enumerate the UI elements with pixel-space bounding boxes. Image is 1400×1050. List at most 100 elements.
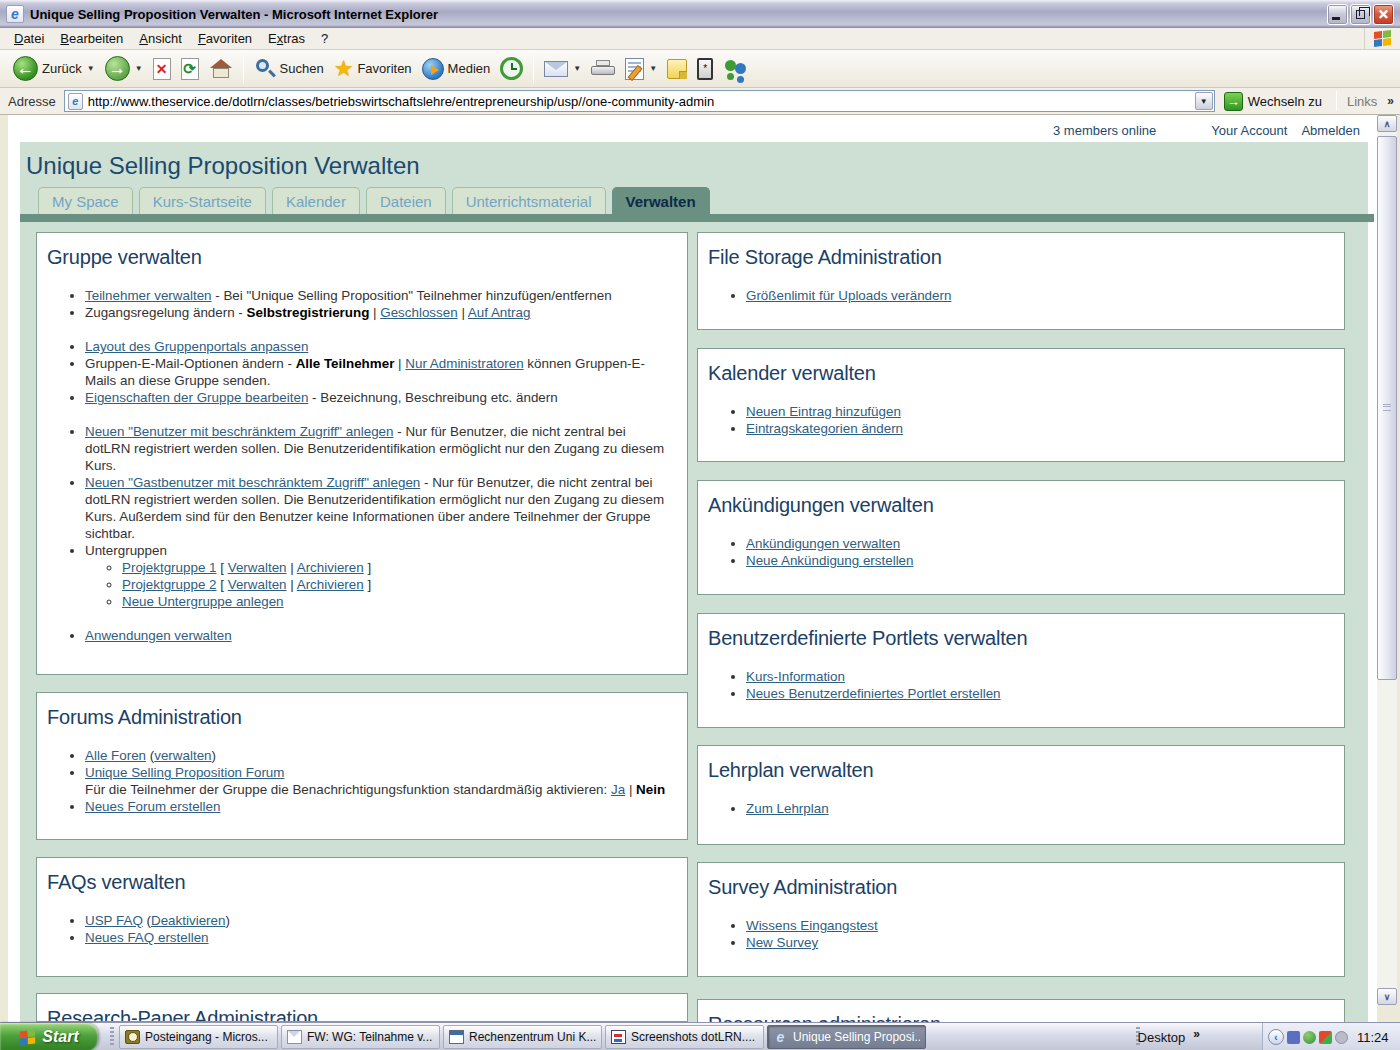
edit-dropdown-icon[interactable]: ▼ <box>649 64 657 73</box>
link[interactable]: Wissens Eingangstest <box>746 918 878 933</box>
history-button[interactable] <box>495 55 528 82</box>
close-button[interactable]: ✕ <box>1373 4 1394 25</box>
link[interactable]: Alle Foren <box>85 748 146 763</box>
link[interactable]: Neue Untergruppe anlegen <box>122 594 284 609</box>
your-account-link[interactable]: Your Account <box>1211 123 1287 138</box>
back-button[interactable]: ← Zurück ▼ <box>8 54 100 83</box>
taskbar-button-label: Rechenzentrum Uni K... <box>469 1030 596 1044</box>
go-button[interactable]: → Wechseln zu <box>1224 92 1322 111</box>
taskbar-button[interactable]: eUnique Selling Proposi... <box>767 1025 926 1049</box>
link[interactable]: Eigenschaften der Gruppe bearbeiten <box>85 390 308 405</box>
link[interactable]: Neues FAQ erstellen <box>85 930 209 945</box>
link[interactable]: Neue Ankündigung erstellen <box>746 553 914 568</box>
quick-launch-grip[interactable] <box>110 1027 114 1047</box>
messenger-button[interactable] <box>718 56 754 82</box>
menu-?[interactable]: ? <box>313 29 336 48</box>
link[interactable]: New Survey <box>746 935 818 950</box>
desktop-chevron-icon[interactable]: » <box>1193 1027 1200 1041</box>
tab-my-space[interactable]: My Space <box>38 187 133 214</box>
link[interactable]: Ankündigungen verwalten <box>746 536 900 551</box>
link[interactable]: Eintragskategorien ändern <box>746 421 903 436</box>
restore-button[interactable] <box>1350 4 1371 25</box>
link[interactable]: Projektgruppe 1 <box>122 560 217 575</box>
tray-icon-3[interactable] <box>1319 1031 1332 1044</box>
links-chevron-icon[interactable]: » <box>1387 94 1394 108</box>
taskbar-button[interactable]: Screenshots dotLRN.... <box>605 1025 764 1049</box>
device-icon: * <box>697 58 713 80</box>
print-icon <box>591 60 615 78</box>
favorites-button[interactable]: ★ Favoriten <box>329 57 417 81</box>
logout-link[interactable]: Abmelden <box>1301 123 1360 138</box>
link[interactable]: verwalten <box>154 748 211 763</box>
portlet-ressourcen-administrieren: Ressourcen administrieren <box>697 999 1345 1022</box>
mail-dropdown-icon[interactable]: ▼ <box>573 64 581 73</box>
address-dropdown-icon[interactable]: ▼ <box>1195 92 1213 110</box>
forward-dropdown-icon[interactable]: ▼ <box>135 64 143 73</box>
link[interactable]: Zum Lehrplan <box>746 801 829 816</box>
list-item: Eigenschaften der Gruppe bearbeiten - Be… <box>85 389 671 406</box>
home-button[interactable] <box>204 57 238 81</box>
link[interactable]: Anwendungen verwalten <box>85 628 232 643</box>
mail-button[interactable]: ▼ <box>539 59 586 79</box>
tray-icon-4[interactable] <box>1335 1031 1348 1044</box>
link[interactable]: Unique Selling Proposition Forum <box>85 765 284 780</box>
menu-bearbeiten[interactable]: Bearbeiten <box>52 29 131 48</box>
link[interactable]: Größenlimit für Uploads verändern <box>746 288 951 303</box>
sidebar-button[interactable]: * <box>692 56 718 82</box>
taskbar-button[interactable]: Posteingang - Micros... <box>119 1025 278 1049</box>
link[interactable]: Neues Benutzerdefiniertes Portlet erstel… <box>746 686 1001 701</box>
print-button[interactable] <box>586 58 620 80</box>
link[interactable]: Layout des Gruppenportals anpassen <box>85 339 308 354</box>
tab-verwalten[interactable]: Verwalten <box>612 187 710 214</box>
address-input[interactable]: e http://www.theservice.de/dotlrn/classe… <box>64 90 1215 112</box>
link[interactable]: Kurs-Information <box>746 669 845 684</box>
link[interactable]: Deaktivieren <box>151 913 225 928</box>
tab-kalender[interactable]: Kalender <box>272 187 360 214</box>
back-dropdown-icon[interactable]: ▼ <box>87 64 95 73</box>
link[interactable]: Auf Antrag <box>468 305 531 320</box>
link[interactable]: USP FAQ <box>85 913 143 928</box>
window-title: Unique Selling Proposition Verwalten - M… <box>30 7 438 22</box>
link[interactable]: Neuen Eintrag hinzufügen <box>746 404 901 419</box>
link[interactable]: Projektgruppe 2 <box>122 577 217 592</box>
link[interactable]: Teilnehmer verwalten <box>85 288 212 303</box>
tab-strip-underline <box>20 214 1374 222</box>
search-button[interactable]: Suchen <box>249 56 329 82</box>
tab-dateien[interactable]: Dateien <box>366 187 446 214</box>
menu-extras[interactable]: Extras <box>260 29 313 48</box>
scroll-down-icon[interactable]: ∨ <box>1377 988 1397 1005</box>
menu-datei[interactable]: Datei <box>6 29 52 48</box>
tab-kurs-startseite[interactable]: Kurs-Startseite <box>139 187 266 214</box>
link[interactable]: Neuen "Gastbenutzer mit beschränktem Zug… <box>85 475 420 490</box>
link[interactable]: Ja <box>611 782 625 797</box>
link[interactable]: Geschlossen <box>380 305 457 320</box>
desktop-toolbar[interactable]: Desktop » <box>1138 1023 1200 1050</box>
link[interactable]: Verwalten <box>228 560 287 575</box>
refresh-button[interactable]: ⟳ <box>176 56 204 82</box>
vertical-scrollbar[interactable]: ∧ ∨ <box>1377 115 1397 1005</box>
tray-icon-2[interactable] <box>1303 1031 1316 1044</box>
link[interactable]: Archivieren <box>297 560 364 575</box>
stop-button[interactable]: ✕ <box>148 56 176 82</box>
taskbar-button[interactable]: Rechenzentrum Uni K... <box>443 1025 602 1049</box>
link[interactable]: Nur Administratoren <box>405 356 523 371</box>
start-button[interactable]: Start <box>0 1023 98 1050</box>
edit-button[interactable]: ▼ <box>620 56 662 82</box>
link[interactable]: Archivieren <box>297 577 364 592</box>
menu-ansicht[interactable]: Ansicht <box>131 29 190 48</box>
tab-unterrichtsmaterial[interactable]: Unterrichtsmaterial <box>452 187 606 214</box>
link[interactable]: Verwalten <box>228 577 287 592</box>
discuss-button[interactable] <box>662 57 692 81</box>
scrollbar-thumb[interactable] <box>1377 136 1397 680</box>
hide-icons-button[interactable]: ‹ <box>1268 1029 1284 1045</box>
menu-favoriten[interactable]: Favoriten <box>190 29 260 48</box>
minimize-button[interactable] <box>1327 4 1348 25</box>
link[interactable]: Neuen "Benutzer mit beschränktem Zugriff… <box>85 424 393 439</box>
forward-button[interactable]: → ▼ <box>100 54 148 83</box>
media-button[interactable]: Medien <box>417 56 496 82</box>
taskbar-button[interactable]: FW: WG: Teilnahme v... <box>281 1025 440 1049</box>
tray-icon-1[interactable] <box>1287 1031 1300 1044</box>
links-label[interactable]: Links <box>1347 94 1377 109</box>
scroll-up-icon[interactable]: ∧ <box>1377 115 1397 132</box>
link[interactable]: Neues Forum erstellen <box>85 799 220 814</box>
